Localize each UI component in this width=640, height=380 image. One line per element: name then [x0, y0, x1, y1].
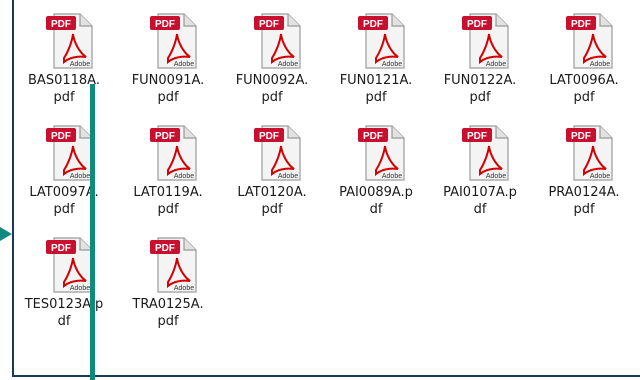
- file-name-label: TES0123A.p df: [24, 297, 104, 329]
- file-item[interactable]: PDF Adobe LAT0119A. pdf: [116, 116, 220, 228]
- file-item[interactable]: PDF Adobe FUN0091A. pdf: [116, 4, 220, 116]
- pdf-file-icon: PDF Adobe: [46, 237, 93, 293]
- pdf-file-icon: PDF Adobe: [150, 125, 197, 181]
- file-name-label: LAT0097A. pdf: [29, 185, 99, 217]
- file-item[interactable]: PDF Adobe LAT0120A. pdf: [220, 116, 324, 228]
- adobe-brand-text: Adobe: [486, 61, 506, 68]
- pdf-badge-text: PDF: [155, 131, 175, 142]
- pdf-badge-text: PDF: [571, 19, 591, 30]
- file-item[interactable]: PDF Adobe PAI0089A.p df: [324, 116, 428, 228]
- pdf-file-icon: PDF Adobe: [462, 125, 509, 181]
- pdf-badge-text: PDF: [571, 131, 591, 142]
- adobe-brand-text: Adobe: [174, 61, 194, 68]
- file-name-label: FUN0091A. pdf: [131, 73, 205, 105]
- pdf-badge-text: PDF: [51, 131, 71, 142]
- file-name-label: LAT0096A. pdf: [549, 73, 619, 105]
- file-item[interactable]: PDF Adobe BAS0118A. pdf: [12, 4, 116, 116]
- adobe-brand-text: Adobe: [70, 285, 90, 292]
- pdf-file-icon: PDF Adobe: [566, 125, 613, 181]
- file-item[interactable]: PDF Adobe LAT0096A. pdf: [532, 4, 636, 116]
- adobe-brand-text: Adobe: [382, 173, 402, 180]
- file-icon-grid: PDF Adobe BAS0118A. pdf PDF Adobe FUN0091A. p…: [12, 4, 640, 374]
- file-name-label: PRA0124A. pdf: [548, 185, 620, 217]
- file-name-label: FUN0121A. pdf: [339, 73, 413, 105]
- pdf-file-icon: PDF Adobe: [46, 13, 93, 69]
- pdf-badge-text: PDF: [155, 243, 175, 254]
- pdf-badge-text: PDF: [363, 19, 383, 30]
- adobe-brand-text: Adobe: [590, 61, 610, 68]
- adobe-brand-text: Adobe: [174, 285, 194, 292]
- pdf-file-icon: PDF Adobe: [358, 13, 405, 69]
- file-item[interactable]: PDF Adobe TRA0125A. pdf: [116, 228, 220, 340]
- adobe-brand-text: Adobe: [70, 61, 90, 68]
- pdf-badge-text: PDF: [467, 19, 487, 30]
- file-item[interactable]: PDF Adobe TES0123A.p df: [12, 228, 116, 340]
- pdf-file-icon: PDF Adobe: [254, 125, 301, 181]
- pdf-badge-text: PDF: [467, 131, 487, 142]
- file-item[interactable]: PDF Adobe FUN0121A. pdf: [324, 4, 428, 116]
- file-item[interactable]: PDF Adobe FUN0092A. pdf: [220, 4, 324, 116]
- file-name-label: FUN0092A. pdf: [235, 73, 309, 105]
- pdf-file-icon: PDF Adobe: [254, 13, 301, 69]
- file-name-label: BAS0118A. pdf: [28, 73, 100, 105]
- adobe-brand-text: Adobe: [382, 61, 402, 68]
- file-item[interactable]: PDF Adobe LAT0097A. pdf: [12, 116, 116, 228]
- pdf-badge-text: PDF: [155, 19, 175, 30]
- pdf-badge-text: PDF: [51, 243, 71, 254]
- pdf-file-icon: PDF Adobe: [150, 237, 197, 293]
- pdf-badge-text: PDF: [363, 131, 383, 142]
- pdf-badge-text: PDF: [259, 131, 279, 142]
- file-name-label: FUN0122A. pdf: [443, 73, 517, 105]
- file-item[interactable]: PDF Adobe FUN0122A. pdf: [428, 4, 532, 116]
- pdf-file-icon: PDF Adobe: [462, 13, 509, 69]
- file-item[interactable]: PDF Adobe PAI0107A.p df: [428, 116, 532, 228]
- pdf-file-icon: PDF Adobe: [566, 13, 613, 69]
- file-name-label: TRA0125A. pdf: [132, 297, 204, 329]
- file-item[interactable]: PDF Adobe PRA0124A. pdf: [532, 116, 636, 228]
- annotation-arrow: [0, 227, 12, 241]
- file-name-label: LAT0120A. pdf: [237, 185, 307, 217]
- adobe-brand-text: Adobe: [486, 173, 506, 180]
- adobe-brand-text: Adobe: [174, 173, 194, 180]
- pdf-file-icon: PDF Adobe: [150, 13, 197, 69]
- annotation-bar: [90, 84, 95, 380]
- adobe-brand-text: Adobe: [590, 173, 610, 180]
- adobe-brand-text: Adobe: [278, 173, 298, 180]
- pdf-file-icon: PDF Adobe: [46, 125, 93, 181]
- pdf-badge-text: PDF: [51, 19, 71, 30]
- adobe-brand-text: Adobe: [278, 61, 298, 68]
- adobe-brand-text: Adobe: [70, 173, 90, 180]
- pdf-badge-text: PDF: [259, 19, 279, 30]
- file-name-label: PAI0089A.p df: [339, 185, 413, 217]
- pdf-file-icon: PDF Adobe: [358, 125, 405, 181]
- file-name-label: PAI0107A.p df: [443, 185, 517, 217]
- file-name-label: LAT0119A. pdf: [133, 185, 203, 217]
